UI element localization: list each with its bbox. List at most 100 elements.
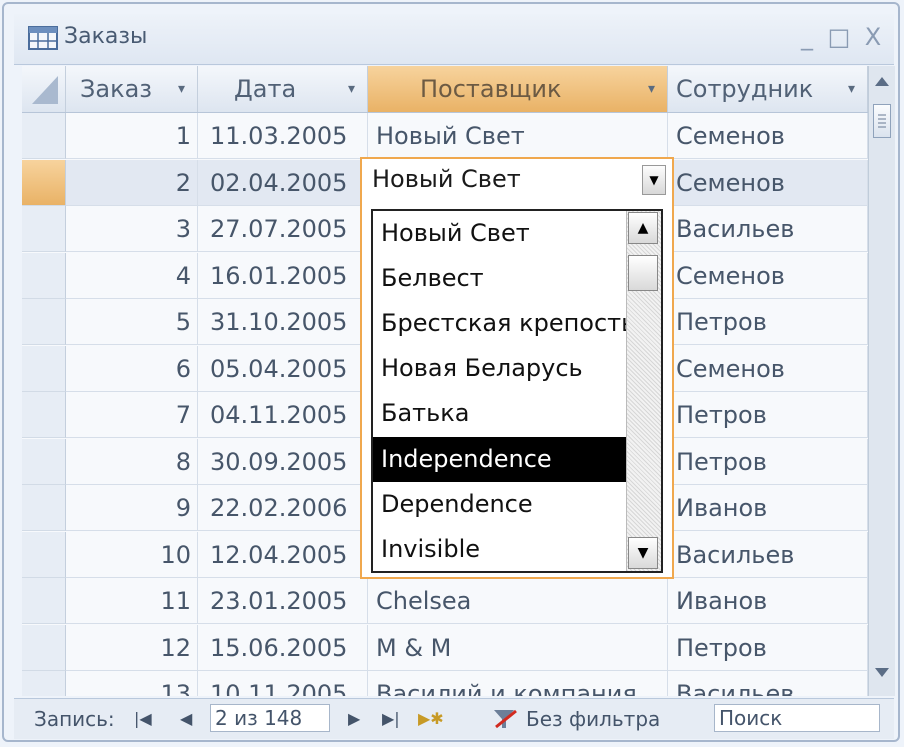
combobox-dropdown-button[interactable]: ▼ [642,165,666,195]
table-cell-employee[interactable]: Васильев [668,531,868,578]
table-cell-id[interactable]: 9 [66,485,198,531]
table-cell-id[interactable]: 8 [66,438,198,485]
table-cell-id[interactable]: 7 [66,392,198,438]
table-cell-employee[interactable]: Петров [668,392,868,438]
dropdown-list[interactable]: Новый Свет Белвест Брестская крепость Новая… [371,209,663,573]
table-cell-date[interactable]: 22.02.2006 [198,485,368,531]
row-selector[interactable] [22,438,66,485]
scroll-down-arrow-icon[interactable] [873,666,891,680]
dropdown-option[interactable]: Independence [373,436,631,482]
table-cell-date[interactable]: 04.11.2005 [198,392,368,438]
table-cell-employee[interactable]: Семенов [668,113,868,159]
dropdown-scrollbar[interactable]: ▲ ▼ [626,211,661,571]
table-cell-employee[interactable]: Семенов [668,159,868,206]
table-cell-supplier[interactable]: Новый Свет [368,113,668,159]
supplier-combobox[interactable]: Новый Свет ▼ Новый Свет Белвест Брестская … [360,157,674,579]
row-selector[interactable] [22,392,66,438]
table-cell-employee[interactable]: Петров [668,624,868,671]
table-cell-date[interactable]: 27.07.2005 [198,206,368,252]
column-header-date[interactable]: Дата ▾ [198,66,368,112]
table-cell-id[interactable]: 4 [66,252,198,299]
table-cell-employee[interactable]: Васильев [668,206,868,252]
table-row[interactable]: 11 23.01.2005 Chelsea Иванов [22,578,868,624]
dropdown-scroll-thumb[interactable] [628,255,658,291]
close-button[interactable]: X [858,20,888,54]
dropdown-option[interactable]: Белвест [373,256,631,301]
last-record-icon[interactable]: ▶| [382,709,400,728]
table-row[interactable]: 1 11.03.2005 Новый Свет Семенов [22,113,868,159]
column-header-supplier[interactable]: Поставщик ▾ [368,66,668,112]
table-cell-employee[interactable]: Петров [668,299,868,345]
new-record-icon[interactable]: ▶✱ [418,709,444,728]
table-cell-date[interactable]: 23.01.2005 [198,578,368,624]
table-cell-id[interactable]: 10 [66,531,198,578]
column-header-order[interactable]: Заказ ▾ [66,66,198,112]
table-cell-supplier[interactable]: Chelsea [368,578,668,624]
table-cell-date[interactable]: 16.01.2005 [198,252,368,299]
table-cell-id[interactable]: 13 [66,671,198,696]
dropdown-scroll-down-icon[interactable]: ▼ [628,537,658,569]
dropdown-option[interactable]: Dependence [373,482,631,527]
first-record-icon[interactable]: |◀ [134,709,152,728]
table-cell-date[interactable]: 11.03.2005 [198,113,368,159]
table-cell-employee[interactable]: Иванов [668,578,868,624]
scroll-up-arrow-icon[interactable] [873,74,891,88]
dropdown-option[interactable]: Новая Беларусь [373,346,631,391]
scroll-thumb[interactable] [873,104,891,138]
sort-dropdown-icon[interactable]: ▾ [848,66,855,112]
row-selector[interactable] [22,578,66,624]
dropdown-scroll-up-icon[interactable]: ▲ [628,212,658,244]
sort-dropdown-icon[interactable]: ▾ [178,66,185,112]
select-all-button[interactable] [22,66,66,112]
no-filter-icon[interactable] [492,707,518,731]
table-cell-date[interactable]: 05.04.2005 [198,345,368,392]
table-cell-id[interactable]: 12 [66,624,198,671]
row-selector[interactable] [22,671,66,696]
table-cell-id[interactable]: 5 [66,299,198,345]
sort-dropdown-icon[interactable]: ▾ [348,66,355,112]
combobox-value[interactable]: Новый Свет [372,165,521,193]
row-selector[interactable] [22,252,66,299]
table-cell-supplier[interactable]: Василий и компания [368,671,668,696]
table-row[interactable]: 12 15.06.2005 M & M Петров [22,624,868,671]
next-record-icon[interactable]: ▶ [348,709,360,728]
row-selector[interactable] [22,345,66,392]
table-cell-supplier[interactable]: M & M [368,624,668,671]
table-cell-date[interactable]: 10.11.2005 [198,671,368,696]
dropdown-option[interactable]: Invisible [373,527,631,571]
vertical-scrollbar[interactable] [868,66,895,696]
filter-status-label[interactable]: Без фильтра [526,707,660,731]
sort-dropdown-icon[interactable]: ▾ [648,66,655,112]
table-cell-employee[interactable]: Семенов [668,345,868,392]
row-selector[interactable] [22,624,66,671]
dropdown-option[interactable]: Новый Свет [373,211,631,256]
maximize-button[interactable]: □ [824,20,854,54]
search-input[interactable]: Поиск [714,704,880,732]
minimize-button[interactable]: _ [792,20,822,54]
dropdown-option[interactable]: Брестская крепость [373,301,631,346]
table-cell-id[interactable]: 6 [66,345,198,392]
row-selector[interactable] [22,206,66,252]
dropdown-option[interactable]: Батька [373,391,631,436]
table-cell-date[interactable]: 31.10.2005 [198,299,368,345]
table-row[interactable]: 13 10.11.2005 Василий и компания Васильев [22,671,868,696]
table-cell-employee[interactable]: Семенов [668,252,868,299]
table-cell-id[interactable]: 3 [66,206,198,252]
table-cell-employee[interactable]: Иванов [668,485,868,531]
row-selector[interactable] [22,159,66,206]
table-cell-date[interactable]: 02.04.2005 [198,159,368,206]
row-selector[interactable] [22,113,66,159]
table-cell-id[interactable]: 11 [66,578,198,624]
table-cell-date[interactable]: 15.06.2005 [198,624,368,671]
row-selector[interactable] [22,485,66,531]
current-record-field[interactable]: 2 из 148 [210,704,330,732]
row-selector[interactable] [22,299,66,345]
table-cell-date[interactable]: 12.04.2005 [198,531,368,578]
table-cell-employee[interactable]: Петров [668,438,868,485]
table-cell-employee[interactable]: Васильев [668,671,868,696]
previous-record-icon[interactable]: ◀ [180,709,192,728]
column-header-employee[interactable]: Сотрудник ▾ [668,66,868,112]
row-selector[interactable] [22,531,66,578]
table-cell-id[interactable]: 1 [66,113,198,159]
table-cell-id[interactable]: 2 [66,159,198,206]
